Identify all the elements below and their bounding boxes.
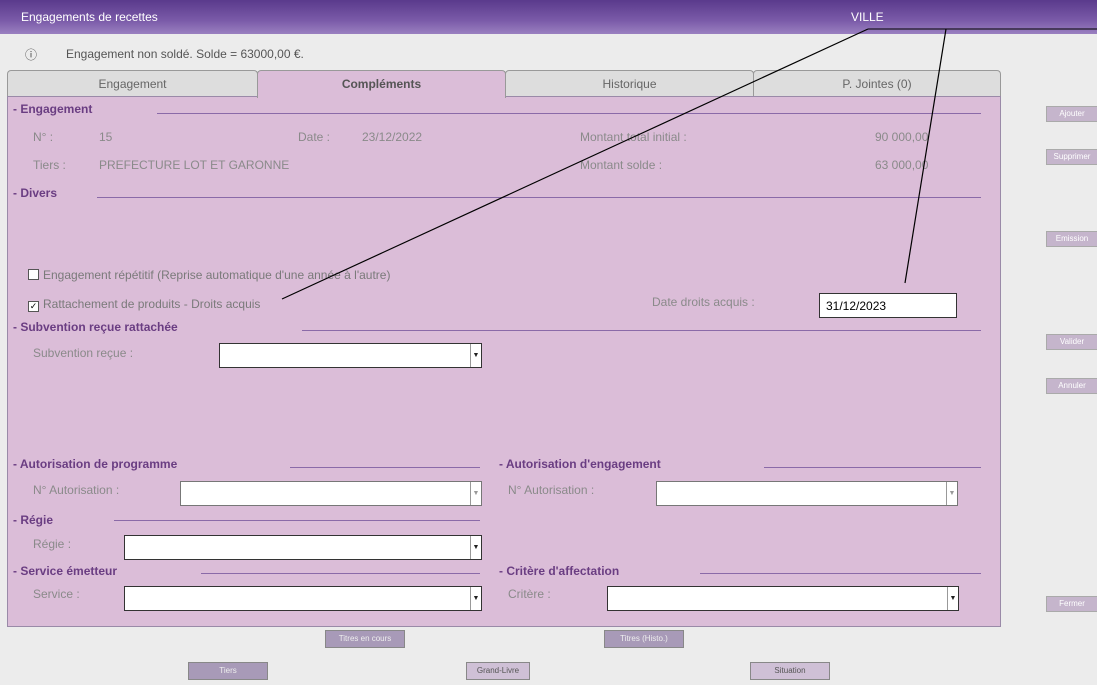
tab-complements[interactable]: Compléments — [257, 70, 506, 98]
annotation-lines — [281, 28, 1097, 300]
annotation-line — [904, 28, 947, 284]
